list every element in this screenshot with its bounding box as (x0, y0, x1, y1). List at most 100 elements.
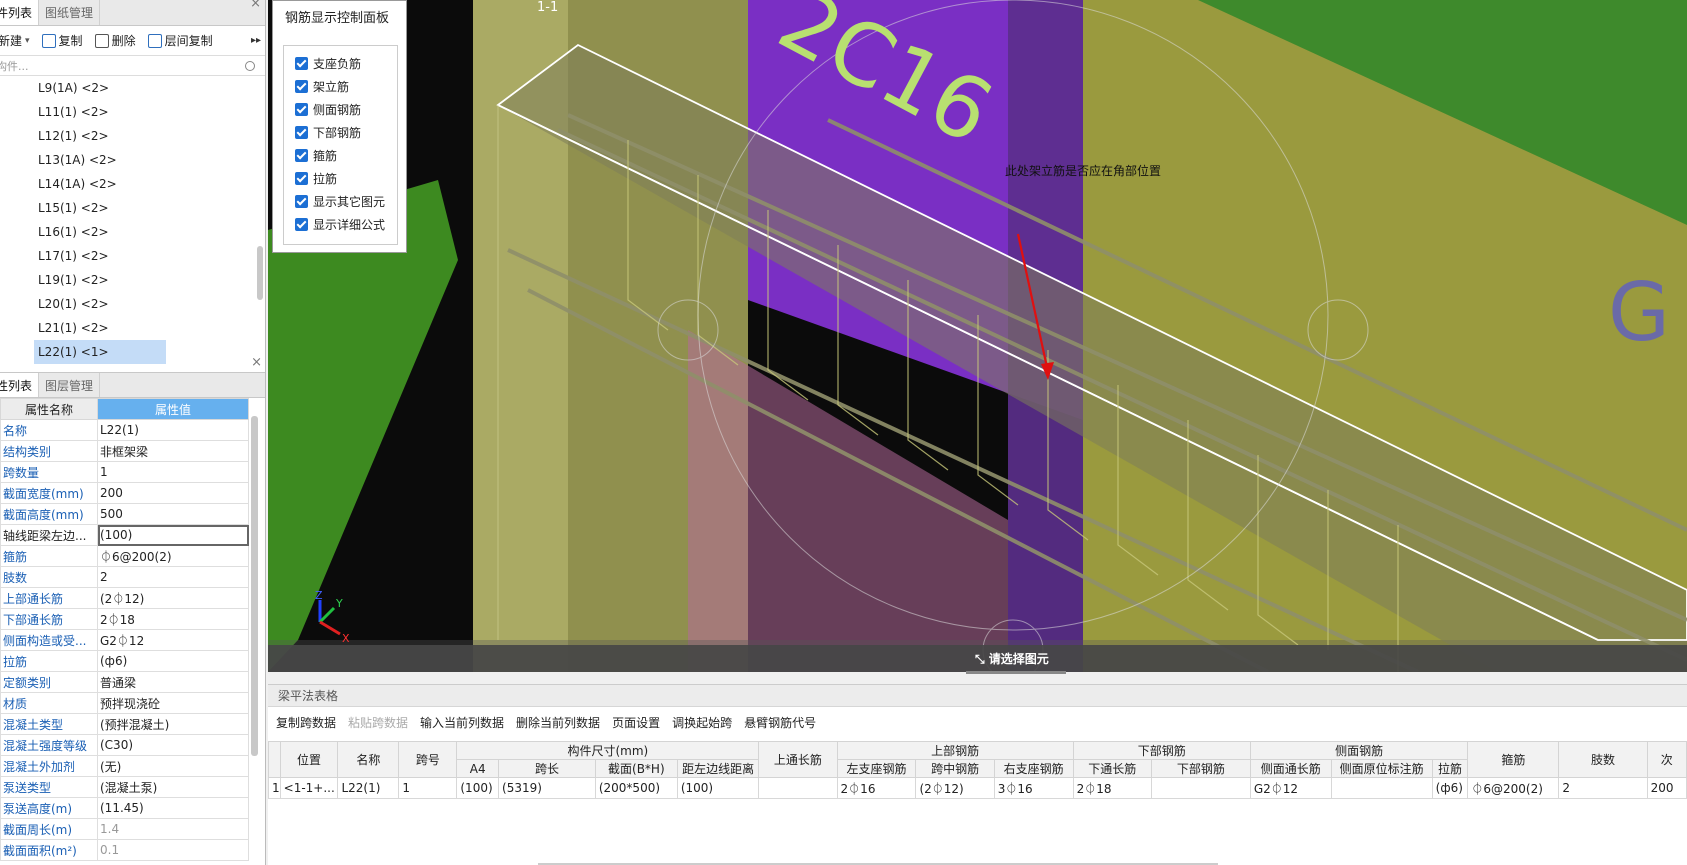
checkbox-tie-bar[interactable]: 拉筋 (295, 170, 337, 187)
position-cell[interactable]: <1-1+... (279, 777, 339, 799)
checkbox-bottom-rebar[interactable]: 下部钢筋 (295, 124, 361, 141)
tree-item[interactable]: L16(1) <2> (0, 220, 265, 244)
property-row[interactable]: 上部通长筋 (2⏀12) (0, 587, 249, 609)
property-row[interactable]: 材质 预拌现浇砼 (0, 692, 249, 714)
properties-scrollbar[interactable] (251, 416, 258, 756)
property-value[interactable]: G2⏀12 (97, 629, 249, 651)
property-value[interactable]: (无) (97, 755, 249, 777)
tree-item[interactable]: L13(1A) <2> (0, 148, 265, 172)
checkbox-support-negative-rebar[interactable]: 支座负筋 (295, 55, 361, 72)
property-value[interactable]: (混凝土泵) (97, 776, 249, 798)
distance-left-cell[interactable]: (100) (676, 777, 760, 799)
tab-layer-management[interactable]: 图层管理 (39, 373, 101, 397)
side-through-cell[interactable]: G2⏀12 (1249, 777, 1332, 799)
section-cell[interactable]: (200*500) (594, 777, 678, 799)
property-value[interactable]: (ф6) (97, 650, 249, 672)
checkbox-checked-icon[interactable] (295, 218, 308, 231)
next-cell[interactable]: 200 (1646, 777, 1687, 799)
property-value[interactable]: (C30) (97, 734, 249, 756)
property-row[interactable]: 混凝土类型 (预拌混凝土) (0, 713, 249, 735)
property-row[interactable]: 混凝土强度等级 (C30) (0, 734, 249, 756)
property-row[interactable]: 结构类别 非框架梁 (0, 440, 249, 462)
floor-copy-button[interactable]: 层间复制 (142, 32, 219, 49)
checkbox-side-rebar[interactable]: 侧面钢筋 (295, 101, 361, 118)
checkbox-checked-icon[interactable] (295, 195, 308, 208)
tab-component-list[interactable]: 件列表 (0, 0, 40, 25)
side-in-situ-cell[interactable] (1330, 777, 1433, 799)
property-value[interactable]: (2⏀12) (97, 587, 249, 609)
tab-property-list[interactable]: 性列表 (0, 373, 40, 397)
input-column-data-button[interactable]: 输入当前列数据 (420, 714, 504, 731)
checkbox-checked-icon[interactable] (295, 57, 308, 70)
page-setup-button[interactable]: 页面设置 (612, 714, 660, 731)
checkbox-checked-icon[interactable] (295, 149, 308, 162)
copy-span-data-button[interactable]: 复制跨数据 (276, 714, 336, 731)
property-value[interactable]: 0.1 (97, 839, 249, 861)
checkbox-stirrup[interactable]: 箍筋 (295, 147, 337, 164)
bottom-through-cell[interactable]: 2⏀18 (1072, 777, 1152, 799)
top-through-cell[interactable] (758, 777, 838, 799)
property-value[interactable]: 非框架梁 (97, 440, 249, 462)
tree-item[interactable]: L19(1) <2> (0, 268, 265, 292)
cantilever-rebar-code-button[interactable]: 悬臂钢筋代号 (744, 714, 816, 731)
property-row[interactable]: 泵送高度(m) (11.45) (0, 797, 249, 819)
chevron-down-icon[interactable]: ▾ (25, 36, 30, 46)
tie-cell[interactable]: (ф6) (1431, 777, 1469, 799)
copy-button[interactable]: 复制 (36, 32, 89, 49)
tab-drawing-management[interactable]: 图纸管理 (39, 0, 101, 25)
property-row[interactable]: 跨数量 1 (0, 461, 249, 483)
property-value[interactable]: (11.45) (97, 797, 249, 819)
checkbox-show-other-elements[interactable]: 显示其它图元 (295, 193, 385, 210)
checkbox-checked-icon[interactable] (295, 172, 308, 185)
checkbox-show-detailed-formula[interactable]: 显示详细公式 (295, 216, 385, 233)
property-row[interactable]: 名称 L22(1) (0, 419, 249, 441)
span-cell[interactable]: 1 (398, 777, 458, 799)
property-row[interactable]: 截面高度(mm) 500 (0, 503, 249, 525)
property-value[interactable]: 2 (97, 566, 249, 588)
checkbox-checked-icon[interactable] (295, 103, 308, 116)
property-row[interactable]: 箍筋 ⏀6@200(2) (0, 545, 249, 567)
close-icon[interactable]: × (251, 355, 262, 370)
tree-item[interactable]: L9(1A) <2> (0, 76, 265, 100)
property-value[interactable]: 普通梁 (97, 671, 249, 693)
property-row[interactable]: 截面周长(m) 1.4 (0, 818, 249, 840)
property-row[interactable]: 定额类别 普通梁 (0, 671, 249, 693)
property-row[interactable]: 截面宽度(mm) 200 (0, 482, 249, 504)
tree-scrollbar[interactable] (257, 246, 263, 300)
delete-button[interactable]: 删除 (89, 32, 142, 49)
close-icon[interactable]: × (250, 0, 261, 11)
property-row[interactable]: 下部通长筋 2⏀18 (0, 608, 249, 630)
bottom-rebar-cell[interactable] (1150, 777, 1251, 799)
property-row[interactable]: 侧面构造或受... G2⏀12 (0, 629, 249, 651)
tree-item[interactable]: L21(1) <2> (0, 316, 265, 340)
stirrup-cell[interactable]: ⏀6@200(2) (1467, 777, 1560, 799)
name-cell[interactable]: L22(1) (337, 777, 400, 799)
left-seat-cell[interactable]: 2⏀16 (836, 777, 917, 799)
property-row[interactable]: 泵送类型 (混凝土泵) (0, 776, 249, 798)
tree-item[interactable]: L12(1) <2> (0, 124, 265, 148)
3d-viewport[interactable]: 2C16 G Z Y X (268, 0, 1687, 672)
tree-item[interactable]: L11(1) <2> (0, 100, 265, 124)
property-row[interactable]: 截面面积(m²) 0.1 (0, 839, 249, 861)
component-search[interactable]: 构件... (0, 56, 265, 76)
right-seat-cell[interactable]: 3⏀16 (993, 777, 1074, 799)
property-value[interactable]: 1 (97, 461, 249, 483)
property-value[interactable]: ⏀6@200(2) (97, 545, 249, 567)
table-row[interactable]: 1 <1-1+... L22(1) 1 (100) (5319) (200*50… (268, 777, 1687, 799)
tree-item[interactable]: L14(1A) <2> (0, 172, 265, 196)
checkbox-checked-icon[interactable] (295, 126, 308, 139)
tree-item[interactable]: L15(1) <2> (0, 196, 265, 220)
search-icon[interactable] (245, 60, 255, 71)
property-value[interactable]: (100) (97, 524, 249, 546)
search-input[interactable]: 构件... (0, 58, 245, 74)
paste-span-data-button[interactable]: 粘贴跨数据 (348, 714, 408, 731)
tree-item[interactable]: L20(1) <2> (0, 292, 265, 316)
property-row[interactable]: 轴线距梁左边... (100) (0, 524, 249, 546)
property-value[interactable]: 2⏀18 (97, 608, 249, 630)
tree-item-selected[interactable]: L22(1) <1> (34, 340, 166, 364)
checkbox-checked-icon[interactable] (295, 80, 308, 93)
property-value[interactable]: 200 (97, 482, 249, 504)
swap-start-span-button[interactable]: 调换起始跨 (672, 714, 732, 731)
mid-span-cell[interactable]: (2⏀12) (915, 777, 995, 799)
legs-cell[interactable]: 2 (1558, 777, 1648, 799)
